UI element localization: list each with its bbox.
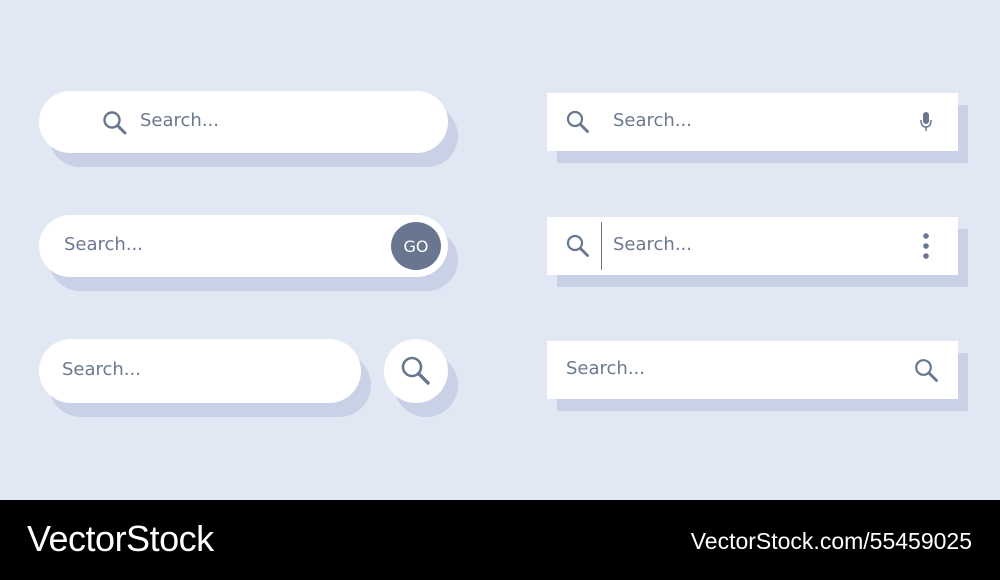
search-input[interactable]: Search... [613, 110, 692, 131]
brand-logo: VectorStock [27, 518, 214, 559]
search-bar-pill-go[interactable]: Search... GO [39, 215, 448, 277]
search-bar-pill-plain[interactable]: Search... [39, 339, 361, 403]
search-input[interactable]: Search... [613, 234, 692, 255]
search-input[interactable]: Search... [64, 234, 143, 255]
search-icon[interactable] [102, 110, 128, 136]
kebab-menu-icon[interactable] [922, 233, 930, 259]
search-icon [400, 355, 432, 387]
search-bar-rect-mic[interactable]: Search... [547, 93, 958, 151]
search-bar-rect-menu[interactable]: Search... [547, 217, 958, 275]
go-button[interactable]: GO [391, 222, 441, 270]
search-input[interactable]: Search... [62, 359, 141, 380]
search-icon[interactable] [566, 110, 590, 134]
divider [601, 222, 602, 270]
stock-id: VectorStock.com/55459025 [690, 528, 972, 554]
search-icon[interactable] [566, 234, 590, 258]
search-input[interactable]: Search... [140, 110, 219, 131]
search-icon[interactable] [914, 358, 939, 383]
search-button[interactable] [384, 339, 448, 403]
search-input[interactable]: Search... [566, 358, 645, 379]
search-bar-pill-icon[interactable]: Search... [39, 91, 448, 153]
search-bar-rect-trailing-icon[interactable]: Search... [547, 341, 958, 399]
footer: VectorStock VectorStock.com/55459025 [0, 500, 1000, 580]
go-button-label: GO [403, 236, 429, 256]
canvas: Search... Search... GO Search... Search.… [0, 0, 1000, 500]
microphone-icon[interactable] [919, 111, 933, 133]
